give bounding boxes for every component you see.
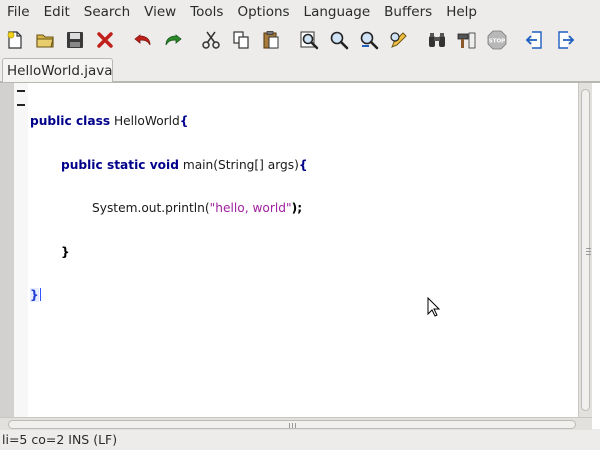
string-literal: "hello, world" xyxy=(209,201,292,215)
build-button[interactable] xyxy=(456,29,478,51)
stop-icon: STOP xyxy=(487,30,507,50)
horizontal-scrollbar[interactable] xyxy=(0,417,592,430)
menu-options[interactable]: Options xyxy=(230,0,296,24)
cut-button[interactable] xyxy=(200,29,222,51)
code-line-5: } xyxy=(30,288,575,303)
vertical-scrollbar[interactable] xyxy=(578,83,592,417)
redo-button[interactable] xyxy=(162,29,184,51)
code-text[interactable]: public class HelloWorld{ public static v… xyxy=(30,85,575,415)
find-replace-button[interactable] xyxy=(358,29,380,51)
copy-button[interactable] xyxy=(230,29,252,51)
binoculars-button[interactable] xyxy=(426,29,448,51)
new-file-icon xyxy=(7,31,22,49)
vertical-scroll-thumb[interactable] xyxy=(581,89,591,411)
cut-icon xyxy=(202,31,220,49)
menu-view[interactable]: View xyxy=(137,0,183,24)
undo-button[interactable] xyxy=(132,29,154,51)
build-icon xyxy=(457,32,476,49)
keyword: public class xyxy=(30,114,111,128)
next-buffer-icon xyxy=(558,31,575,49)
fold-marker-method[interactable] xyxy=(17,104,25,106)
identifier: HelloWorld xyxy=(110,114,180,128)
previous-buffer-button[interactable] xyxy=(524,29,546,51)
menu-language[interactable]: Language xyxy=(297,0,378,24)
menu-help[interactable]: Help xyxy=(439,0,484,24)
mouse-pointer-icon xyxy=(427,297,441,317)
editor-area[interactable]: public class HelloWorld{ public static v… xyxy=(0,82,600,430)
status-bar: li=5 co=2 INS (LF) xyxy=(0,430,600,450)
paste-icon xyxy=(263,31,279,49)
brace: { xyxy=(179,114,189,128)
find-next-button[interactable] xyxy=(328,29,350,51)
open-file-button[interactable] xyxy=(34,29,56,51)
keyword: public static void xyxy=(61,157,179,172)
code-line-4: } xyxy=(30,245,575,260)
menu-tools[interactable]: Tools xyxy=(183,0,230,24)
paste-button[interactable] xyxy=(260,29,282,51)
menu-file[interactable]: File xyxy=(0,0,37,24)
save-button[interactable] xyxy=(64,29,86,51)
redo-icon xyxy=(165,34,182,46)
menu-edit[interactable]: Edit xyxy=(37,0,77,24)
stop-label: STOP xyxy=(489,39,505,45)
menu-buffers[interactable]: Buffers xyxy=(377,0,439,24)
tab-helloworld-java[interactable]: HelloWorld.java xyxy=(2,58,113,83)
code-line-1: public class HelloWorld{ xyxy=(30,114,575,129)
code-line-2: public static void main(String[] args){ xyxy=(30,158,575,173)
fold-marker-class[interactable] xyxy=(17,90,25,92)
tab-strip: HelloWorld.java xyxy=(0,56,600,83)
close-button[interactable] xyxy=(94,29,116,51)
identifier: main(String[] args) xyxy=(178,157,299,172)
method-call: System.out.println( xyxy=(92,201,210,215)
matched-brace: } xyxy=(30,288,39,302)
stop-button[interactable]: STOP xyxy=(486,29,508,51)
line-gutter xyxy=(0,83,14,417)
menu-bar: File Edit Search View Tools Options Lang… xyxy=(0,0,600,24)
binoculars-icon xyxy=(429,33,445,47)
horizontal-scroll-thumb[interactable] xyxy=(8,420,576,429)
save-icon xyxy=(67,32,83,48)
new-file-button[interactable] xyxy=(4,29,26,51)
copy-icon xyxy=(233,31,249,49)
text-caret xyxy=(39,288,41,301)
statement-end: ); xyxy=(291,201,303,215)
edit-button[interactable] xyxy=(388,29,410,51)
code-line-3: System.out.println("hello, world"); xyxy=(30,201,575,216)
brace: } xyxy=(61,244,70,259)
find-button[interactable] xyxy=(298,29,320,51)
find-replace-icon xyxy=(360,31,379,50)
menu-search[interactable]: Search xyxy=(77,0,137,24)
previous-buffer-icon xyxy=(525,31,542,49)
edit-pencil-icon xyxy=(390,32,407,48)
toolbar: STOP xyxy=(0,24,600,56)
find-next-icon xyxy=(330,31,349,50)
undo-icon xyxy=(134,34,151,46)
find-icon xyxy=(300,31,319,50)
open-folder-icon xyxy=(36,34,54,48)
brace: { xyxy=(298,157,308,172)
next-buffer-button[interactable] xyxy=(554,29,576,51)
close-icon xyxy=(97,32,113,48)
fold-margin[interactable] xyxy=(14,83,28,417)
